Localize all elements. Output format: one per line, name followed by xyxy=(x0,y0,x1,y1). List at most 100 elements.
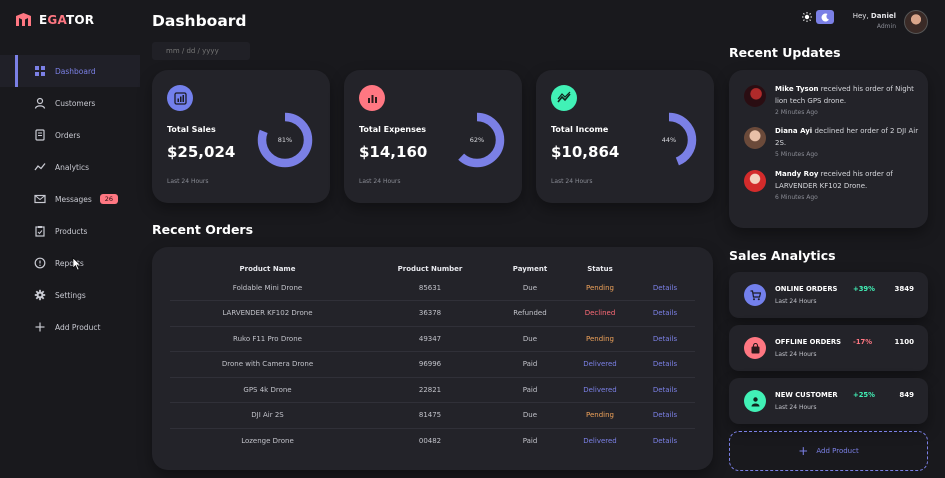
sidebar-item-label: Customers xyxy=(55,98,96,108)
stat-subtitle: Last 24 Hours xyxy=(359,178,401,185)
update-time: 2 Minutes Ago xyxy=(775,109,818,116)
status-cell: Delivered xyxy=(565,377,635,403)
product-name-cell: GPS 4k Drone xyxy=(170,377,365,403)
product-number-cell: 81475 xyxy=(365,402,495,429)
progress-percent: 62% xyxy=(469,136,485,144)
plus-icon xyxy=(35,322,45,332)
bag-icon xyxy=(744,337,766,359)
sun-icon[interactable] xyxy=(800,10,814,24)
payment-cell: Due xyxy=(495,275,565,301)
sidebar-nav: Dashboard Customers Orders Analytics Mes… xyxy=(0,55,140,343)
table-row: DJI Air 2S 81475 Due Pending Details xyxy=(170,402,695,429)
update-item: Mandy Roy received his order of LARVENDE… xyxy=(744,169,919,203)
total-expenses-card: Total Expenses $14,160 Last 24 Hours 62% xyxy=(344,70,522,203)
trend-icon xyxy=(34,163,46,171)
theme-toggle[interactable] xyxy=(800,10,836,24)
product-name-cell: LARVENDER KF102 Drone xyxy=(170,300,365,327)
add-product-button[interactable]: + Add Product xyxy=(729,431,928,471)
bar-chart-icon xyxy=(367,94,377,103)
payment-cell: Paid xyxy=(495,377,565,403)
sidebar-item-label: Analytics xyxy=(55,162,90,172)
new-customer-card[interactable]: NEW CUSTOMER Last 24 Hours +25% 849 xyxy=(729,378,928,424)
update-item: Mike Tyson received his order of Night l… xyxy=(744,84,919,118)
status-cell: Declined xyxy=(565,300,635,327)
payment-cell: Paid xyxy=(495,351,565,378)
status-cell: Pending xyxy=(565,326,635,352)
column-header: Product Number xyxy=(397,264,463,273)
table-row: LARVENDER KF102 Drone 36378 Refunded Declin… xyxy=(170,300,695,327)
product-name-cell: Lozenge Drone xyxy=(241,437,294,445)
avatar[interactable] xyxy=(904,10,928,34)
sidebar: EGATOR Dashboard Customers Orders Analyt… xyxy=(0,0,140,478)
details-link[interactable]: Details xyxy=(635,326,695,352)
table-row: Ruko F11 Pro Drone 49347 Due Pending Details xyxy=(170,326,695,352)
mail-icon xyxy=(34,194,46,204)
grid-icon xyxy=(35,66,45,76)
sidebar-item-settings[interactable]: Settings xyxy=(0,279,140,311)
payment-cell: Due xyxy=(495,402,565,429)
analytics-count: 1100 xyxy=(894,338,914,346)
sidebar-item-label: Products xyxy=(55,226,88,236)
details-link[interactable]: Details xyxy=(635,351,695,378)
update-item: Diana Ayi declined her order of 2 DJI Ai… xyxy=(744,126,919,160)
sidebar-item-reports[interactable]: Reports xyxy=(0,247,140,279)
sidebar-item-messages[interactable]: Messages 26 xyxy=(0,183,140,215)
mouse-cursor-icon xyxy=(72,257,82,271)
details-link[interactable]: Details xyxy=(635,402,695,429)
details-link[interactable]: Details xyxy=(635,428,695,454)
sidebar-item-add-product[interactable]: Add Product xyxy=(0,311,140,343)
profile-info: Hey, Daniel Admin xyxy=(853,12,896,30)
sidebar-item-analytics[interactable]: Analytics xyxy=(0,151,140,183)
sidebar-item-customers[interactable]: Customers xyxy=(0,87,140,119)
analytics-title: NEW CUSTOMER xyxy=(775,391,838,399)
person-icon xyxy=(744,390,766,412)
plus-icon: + xyxy=(798,444,809,458)
stat-icon-badge xyxy=(359,85,385,111)
product-name-cell: Ruko F11 Pro Drone xyxy=(170,326,365,352)
report-icon xyxy=(34,257,46,269)
product-number-cell: 22821 xyxy=(365,377,495,403)
sales-analytics-title: Sales Analytics xyxy=(729,248,836,263)
details-link[interactable]: Details xyxy=(635,275,695,301)
stat-subtitle: Last 24 Hours xyxy=(167,178,209,185)
stat-value: $25,024 xyxy=(167,143,236,161)
avatar xyxy=(744,127,766,149)
sidebar-item-label: Dashboard xyxy=(55,66,96,76)
stat-icon-badge xyxy=(167,85,193,111)
online-orders-card[interactable]: ONLINE ORDERS Last 24 Hours +39% 3849 xyxy=(729,272,928,318)
product-name-cell: DJI Air 2S xyxy=(170,402,365,429)
progress-percent: 44% xyxy=(661,136,677,144)
payment-cell: Paid xyxy=(522,437,538,445)
table-row: Lozenge Drone 00482 Paid Delivered Details xyxy=(170,428,695,454)
user-icon xyxy=(34,97,46,109)
column-header xyxy=(635,262,695,275)
sidebar-item-dashboard[interactable]: Dashboard xyxy=(0,55,140,87)
progress-percent: 81% xyxy=(277,136,293,144)
table-row: GPS 4k Drone 22821 Paid Delivered Details xyxy=(170,377,695,403)
total-income-card: Total Income $10,864 Last 24 Hours 44% xyxy=(536,70,714,203)
add-product-label: Add Product xyxy=(816,447,859,455)
analytics-subtitle: Last 24 Hours xyxy=(775,404,817,411)
product-name-cell: Drone with Camera Drone xyxy=(170,351,365,378)
details-link[interactable]: Details xyxy=(635,377,695,403)
moon-icon[interactable] xyxy=(816,10,834,24)
sidebar-item-products[interactable]: Products xyxy=(0,215,140,247)
column-header: Product Name xyxy=(239,264,296,273)
update-text: Mandy Roy received his order of LARVENDE… xyxy=(775,170,893,190)
brand-logo[interactable]: EGATOR xyxy=(15,12,94,27)
date-input[interactable] xyxy=(152,42,250,60)
column-header: Payment xyxy=(512,264,548,273)
profile-greeting: Hey, Daniel xyxy=(852,12,896,20)
analytics-change: +25% xyxy=(853,391,875,399)
stat-label: Total Sales xyxy=(167,125,216,134)
product-number-cell: 85631 xyxy=(365,275,495,301)
offline-orders-card[interactable]: OFFLINE ORDERS Last 24 Hours -17% 1100 xyxy=(729,325,928,371)
analytics-subtitle: Last 24 Hours xyxy=(775,298,817,305)
sidebar-item-orders[interactable]: Orders xyxy=(0,119,140,151)
cart-icon xyxy=(744,284,766,306)
analytics-title: OFFLINE ORDERS xyxy=(775,338,842,346)
analytics-change: +39% xyxy=(853,285,875,293)
product-number-cell: 36378 xyxy=(365,300,495,327)
details-link[interactable]: Details xyxy=(635,300,695,327)
recent-orders-card: Product Name Product Number Payment Stat… xyxy=(152,247,713,470)
